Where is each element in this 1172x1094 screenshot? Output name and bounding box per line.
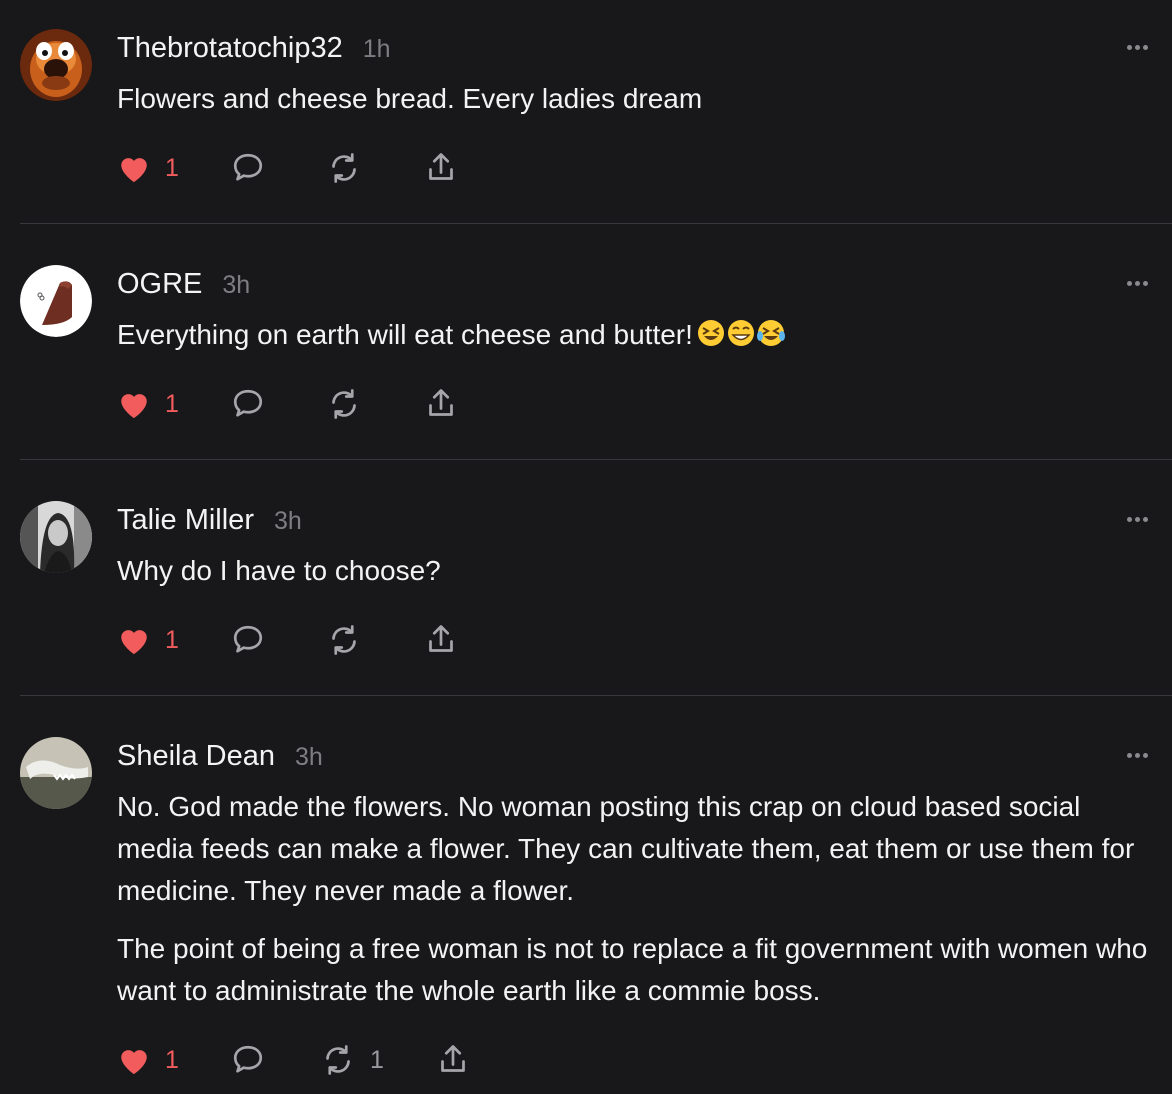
username[interactable]: OGRE (117, 268, 202, 301)
reply-button[interactable] (230, 1040, 266, 1080)
avatar[interactable] (20, 265, 92, 337)
post-text: Flowers and cheese bread. Every ladies d… (117, 78, 1157, 120)
speech-bubble-icon (233, 625, 263, 653)
share-icon (441, 1045, 465, 1072)
avatar[interactable] (20, 29, 92, 101)
like-button[interactable]: 1 (117, 620, 179, 660)
share-button[interactable] (435, 1040, 471, 1080)
username[interactable]: Sheila Dean (117, 740, 275, 773)
post-paragraph: Why do I have to choose? (117, 555, 441, 586)
post-header: Thebrotatochip32 1h (117, 32, 391, 65)
repost-button[interactable] (326, 148, 362, 188)
post-paragraph: Everything on earth will eat cheese and … (117, 314, 1157, 360)
like-count: 1 (165, 1045, 179, 1074)
like-count: 1 (165, 625, 179, 654)
more-options-icon[interactable] (1127, 45, 1148, 50)
heart-icon (121, 158, 147, 183)
post-paragraph-text: Everything on earth will eat cheese and … (117, 319, 693, 350)
laughing-emoji-icon (697, 320, 785, 346)
repost-button[interactable] (326, 384, 362, 424)
repost-button[interactable]: 1 (320, 1040, 384, 1080)
like-button[interactable]: 1 (117, 384, 179, 424)
repost-icon (332, 625, 356, 655)
speech-bubble-icon (233, 1045, 263, 1073)
like-count: 1 (165, 153, 179, 182)
emoji-group (697, 318, 789, 360)
post-text: No. God made the flowers. No woman posti… (117, 786, 1157, 1012)
reply-button[interactable] (230, 620, 266, 660)
avatar[interactable] (20, 737, 92, 809)
share-icon (429, 389, 453, 416)
reply-button[interactable] (230, 384, 266, 424)
cartoon-dog-avatar (20, 29, 92, 101)
repost-count: 1 (370, 1045, 384, 1074)
repost-icon (332, 389, 356, 419)
divider (20, 459, 1172, 460)
post-text: Why do I have to choose? (117, 550, 1157, 592)
share-button[interactable] (423, 384, 459, 424)
like-count: 1 (165, 389, 179, 418)
timestamp: 3h (273, 507, 302, 535)
timestamp: 3h (222, 271, 251, 299)
repost-icon (326, 1045, 350, 1075)
like-button[interactable]: 1 (117, 148, 179, 188)
woman-portrait-avatar (20, 501, 92, 573)
avatar[interactable] (20, 501, 92, 573)
post-paragraph: No. God made the flowers. No woman posti… (117, 791, 1135, 906)
share-button[interactable] (423, 148, 459, 188)
bread-loaf-avatar (20, 265, 92, 337)
share-button[interactable] (423, 620, 459, 660)
speech-bubble-icon (233, 389, 263, 417)
heart-icon (121, 630, 147, 655)
jawbone-avatar (20, 737, 92, 809)
post-paragraph: Flowers and cheese bread. Every ladies d… (117, 83, 703, 114)
timestamp: 1h (362, 35, 391, 63)
more-options-icon[interactable] (1127, 281, 1148, 286)
post-paragraph: The point of being a free woman is not t… (117, 933, 1148, 1006)
heart-icon (121, 394, 147, 419)
username[interactable]: Talie Miller (117, 504, 254, 537)
post-header: Talie Miller 3h (117, 504, 302, 537)
repost-button[interactable] (326, 620, 362, 660)
username[interactable]: Thebrotatochip32 (117, 32, 343, 65)
heart-icon (121, 1050, 147, 1075)
reply-button[interactable] (230, 148, 266, 188)
more-options-icon[interactable] (1127, 517, 1148, 522)
post-text: Everything on earth will eat cheese and … (117, 314, 1157, 360)
post-header: OGRE 3h (117, 268, 250, 301)
divider (20, 695, 1172, 696)
speech-bubble-icon (233, 153, 263, 181)
repost-icon (332, 153, 356, 183)
like-button[interactable]: 1 (117, 1040, 179, 1080)
share-icon (429, 153, 453, 180)
share-icon (429, 625, 453, 652)
divider (20, 223, 1172, 224)
post-header: Sheila Dean 3h (117, 740, 323, 773)
timestamp: 3h (295, 743, 323, 771)
more-options-icon[interactable] (1127, 753, 1148, 758)
